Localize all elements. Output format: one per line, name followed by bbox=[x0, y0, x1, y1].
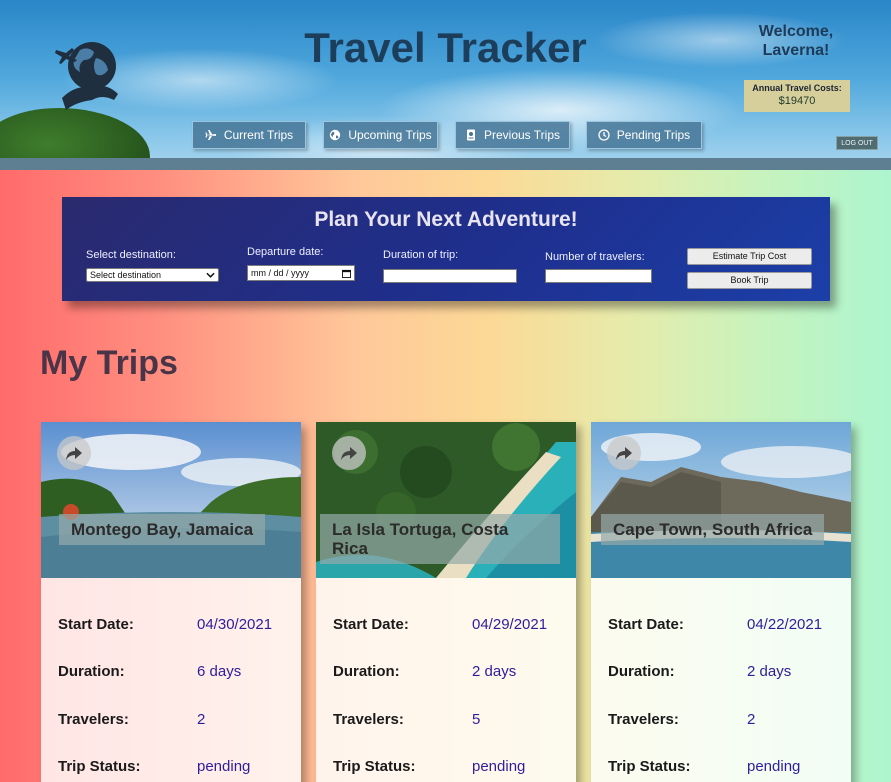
clock-icon bbox=[598, 129, 610, 141]
trip-card: Cape Town, South Africa Start Date: 04/2… bbox=[591, 422, 851, 782]
travelers-label: Number of travelers: bbox=[545, 251, 645, 263]
trip-details: Start Date: 04/29/2021 Duration: 2 days … bbox=[316, 578, 576, 782]
plan-trip-panel: Plan Your Next Adventure! Select destina… bbox=[62, 197, 830, 301]
travelers-label: Travelers: bbox=[333, 711, 404, 728]
trip-duration-row: Duration: 2 days bbox=[333, 663, 573, 683]
water-strip-decoration bbox=[0, 158, 891, 170]
start-date-label: Start Date: bbox=[333, 616, 409, 633]
duration-value: 6 days bbox=[197, 663, 242, 680]
duration-label: Duration: bbox=[608, 663, 675, 680]
share-arrow-icon bbox=[341, 447, 357, 460]
trip-card: La Isla Tortuga, Costa Rica Start Date: … bbox=[316, 422, 576, 782]
trip-duration-row: Duration: 6 days bbox=[58, 663, 298, 683]
nav-current-trips-button[interactable]: Current Trips bbox=[192, 121, 306, 149]
share-arrow-icon bbox=[66, 447, 82, 460]
trip-status-row: Trip Status: pending bbox=[333, 758, 573, 778]
trip-travelers-row: Travelers: 5 bbox=[333, 711, 573, 731]
duration-label: Duration: bbox=[58, 663, 125, 680]
duration-input[interactable] bbox=[383, 269, 517, 283]
trip-start-row: Start Date: 04/22/2021 bbox=[608, 616, 848, 636]
nav-previous-trips-label: Previous Trips bbox=[483, 128, 561, 142]
status-label: Trip Status: bbox=[608, 758, 691, 775]
start-date-value: 04/22/2021 bbox=[747, 616, 823, 633]
header-banner: Travel Tracker Welcome, Laverna! Annual … bbox=[0, 0, 891, 170]
trip-details: Start Date: 04/22/2021 Duration: 2 days … bbox=[591, 578, 851, 782]
trip-start-row: Start Date: 04/29/2021 bbox=[333, 616, 573, 636]
nav-current-trips-label: Current Trips bbox=[223, 128, 294, 142]
my-trips-heading: My Trips bbox=[40, 344, 178, 382]
trip-travelers-row: Travelers: 2 bbox=[58, 711, 298, 731]
travelers-value: 2 bbox=[747, 711, 756, 728]
start-date-label: Start Date: bbox=[58, 616, 134, 633]
trip-duration-row: Duration: 2 days bbox=[608, 663, 848, 683]
calendar-icon bbox=[342, 269, 351, 278]
chevron-down-icon bbox=[206, 272, 215, 278]
travelers-input[interactable] bbox=[545, 269, 652, 283]
airplane-icon bbox=[205, 130, 216, 140]
welcome-message: Welcome, Laverna! bbox=[758, 23, 834, 59]
book-trip-button[interactable]: Book Trip bbox=[687, 272, 812, 289]
status-value: pending bbox=[472, 758, 526, 775]
duration-value: 2 days bbox=[472, 663, 517, 680]
trip-destination: Montego Bay, Jamaica bbox=[59, 514, 266, 545]
status-label: Trip Status: bbox=[333, 758, 416, 775]
departure-date-label: Departure date: bbox=[247, 246, 324, 258]
travelers-value: 5 bbox=[472, 711, 481, 728]
nav-pending-trips-button[interactable]: Pending Trips bbox=[586, 121, 702, 149]
annual-costs-badge: Annual Travel Costs: $19470 bbox=[744, 80, 850, 112]
nav-previous-trips-button[interactable]: Previous Trips bbox=[455, 121, 570, 149]
trip-destination: Cape Town, South Africa bbox=[601, 514, 825, 545]
passport-icon bbox=[466, 129, 475, 141]
departure-date-input[interactable]: mm / dd / yyyy bbox=[247, 265, 355, 281]
status-label: Trip Status: bbox=[58, 758, 141, 775]
travelers-label: Travelers: bbox=[608, 711, 679, 728]
globe-icon bbox=[330, 129, 341, 141]
plan-title: Plan Your Next Adventure! bbox=[314, 208, 578, 231]
start-date-value: 04/29/2021 bbox=[472, 616, 548, 633]
destination-select[interactable]: Select destination bbox=[86, 268, 219, 282]
nav-upcoming-trips-button[interactable]: Upcoming Trips bbox=[323, 121, 438, 149]
trip-destination: La Isla Tortuga, Costa Rica bbox=[320, 514, 560, 564]
travelers-value: 2 bbox=[197, 711, 206, 728]
logout-button[interactable]: LOG OUT bbox=[836, 136, 878, 150]
share-arrow-icon bbox=[616, 447, 632, 460]
trip-status-row: Trip Status: pending bbox=[608, 758, 848, 778]
trip-card: Montego Bay, Jamaica Start Date: 04/30/2… bbox=[41, 422, 301, 782]
nav-upcoming-trips-label: Upcoming Trips bbox=[348, 128, 432, 142]
duration-label: Duration of trip: bbox=[383, 249, 459, 261]
status-value: pending bbox=[747, 758, 801, 775]
start-date-value: 04/30/2021 bbox=[197, 616, 273, 633]
duration-label: Duration: bbox=[333, 663, 400, 680]
estimate-trip-cost-button[interactable]: Estimate Trip Cost bbox=[687, 248, 812, 265]
nav-pending-trips-label: Pending Trips bbox=[616, 128, 691, 142]
share-button[interactable] bbox=[607, 436, 641, 470]
trip-details: Start Date: 04/30/2021 Duration: 6 days … bbox=[41, 578, 301, 782]
trip-status-row: Trip Status: pending bbox=[58, 758, 298, 778]
duration-value: 2 days bbox=[747, 663, 792, 680]
trip-start-row: Start Date: 04/30/2021 bbox=[58, 616, 298, 636]
status-value: pending bbox=[197, 758, 251, 775]
travelers-label: Travelers: bbox=[58, 711, 129, 728]
departure-date-placeholder: mm / dd / yyyy bbox=[251, 268, 310, 278]
start-date-label: Start Date: bbox=[608, 616, 684, 633]
trip-travelers-row: Travelers: 2 bbox=[608, 711, 848, 731]
share-button[interactable] bbox=[332, 436, 366, 470]
share-button[interactable] bbox=[57, 436, 91, 470]
annual-costs-label: Annual Travel Costs: bbox=[752, 83, 842, 93]
destination-label: Select destination: bbox=[86, 249, 176, 261]
annual-costs-value: $19470 bbox=[778, 95, 816, 107]
destination-select-value: Select destination bbox=[90, 270, 162, 280]
